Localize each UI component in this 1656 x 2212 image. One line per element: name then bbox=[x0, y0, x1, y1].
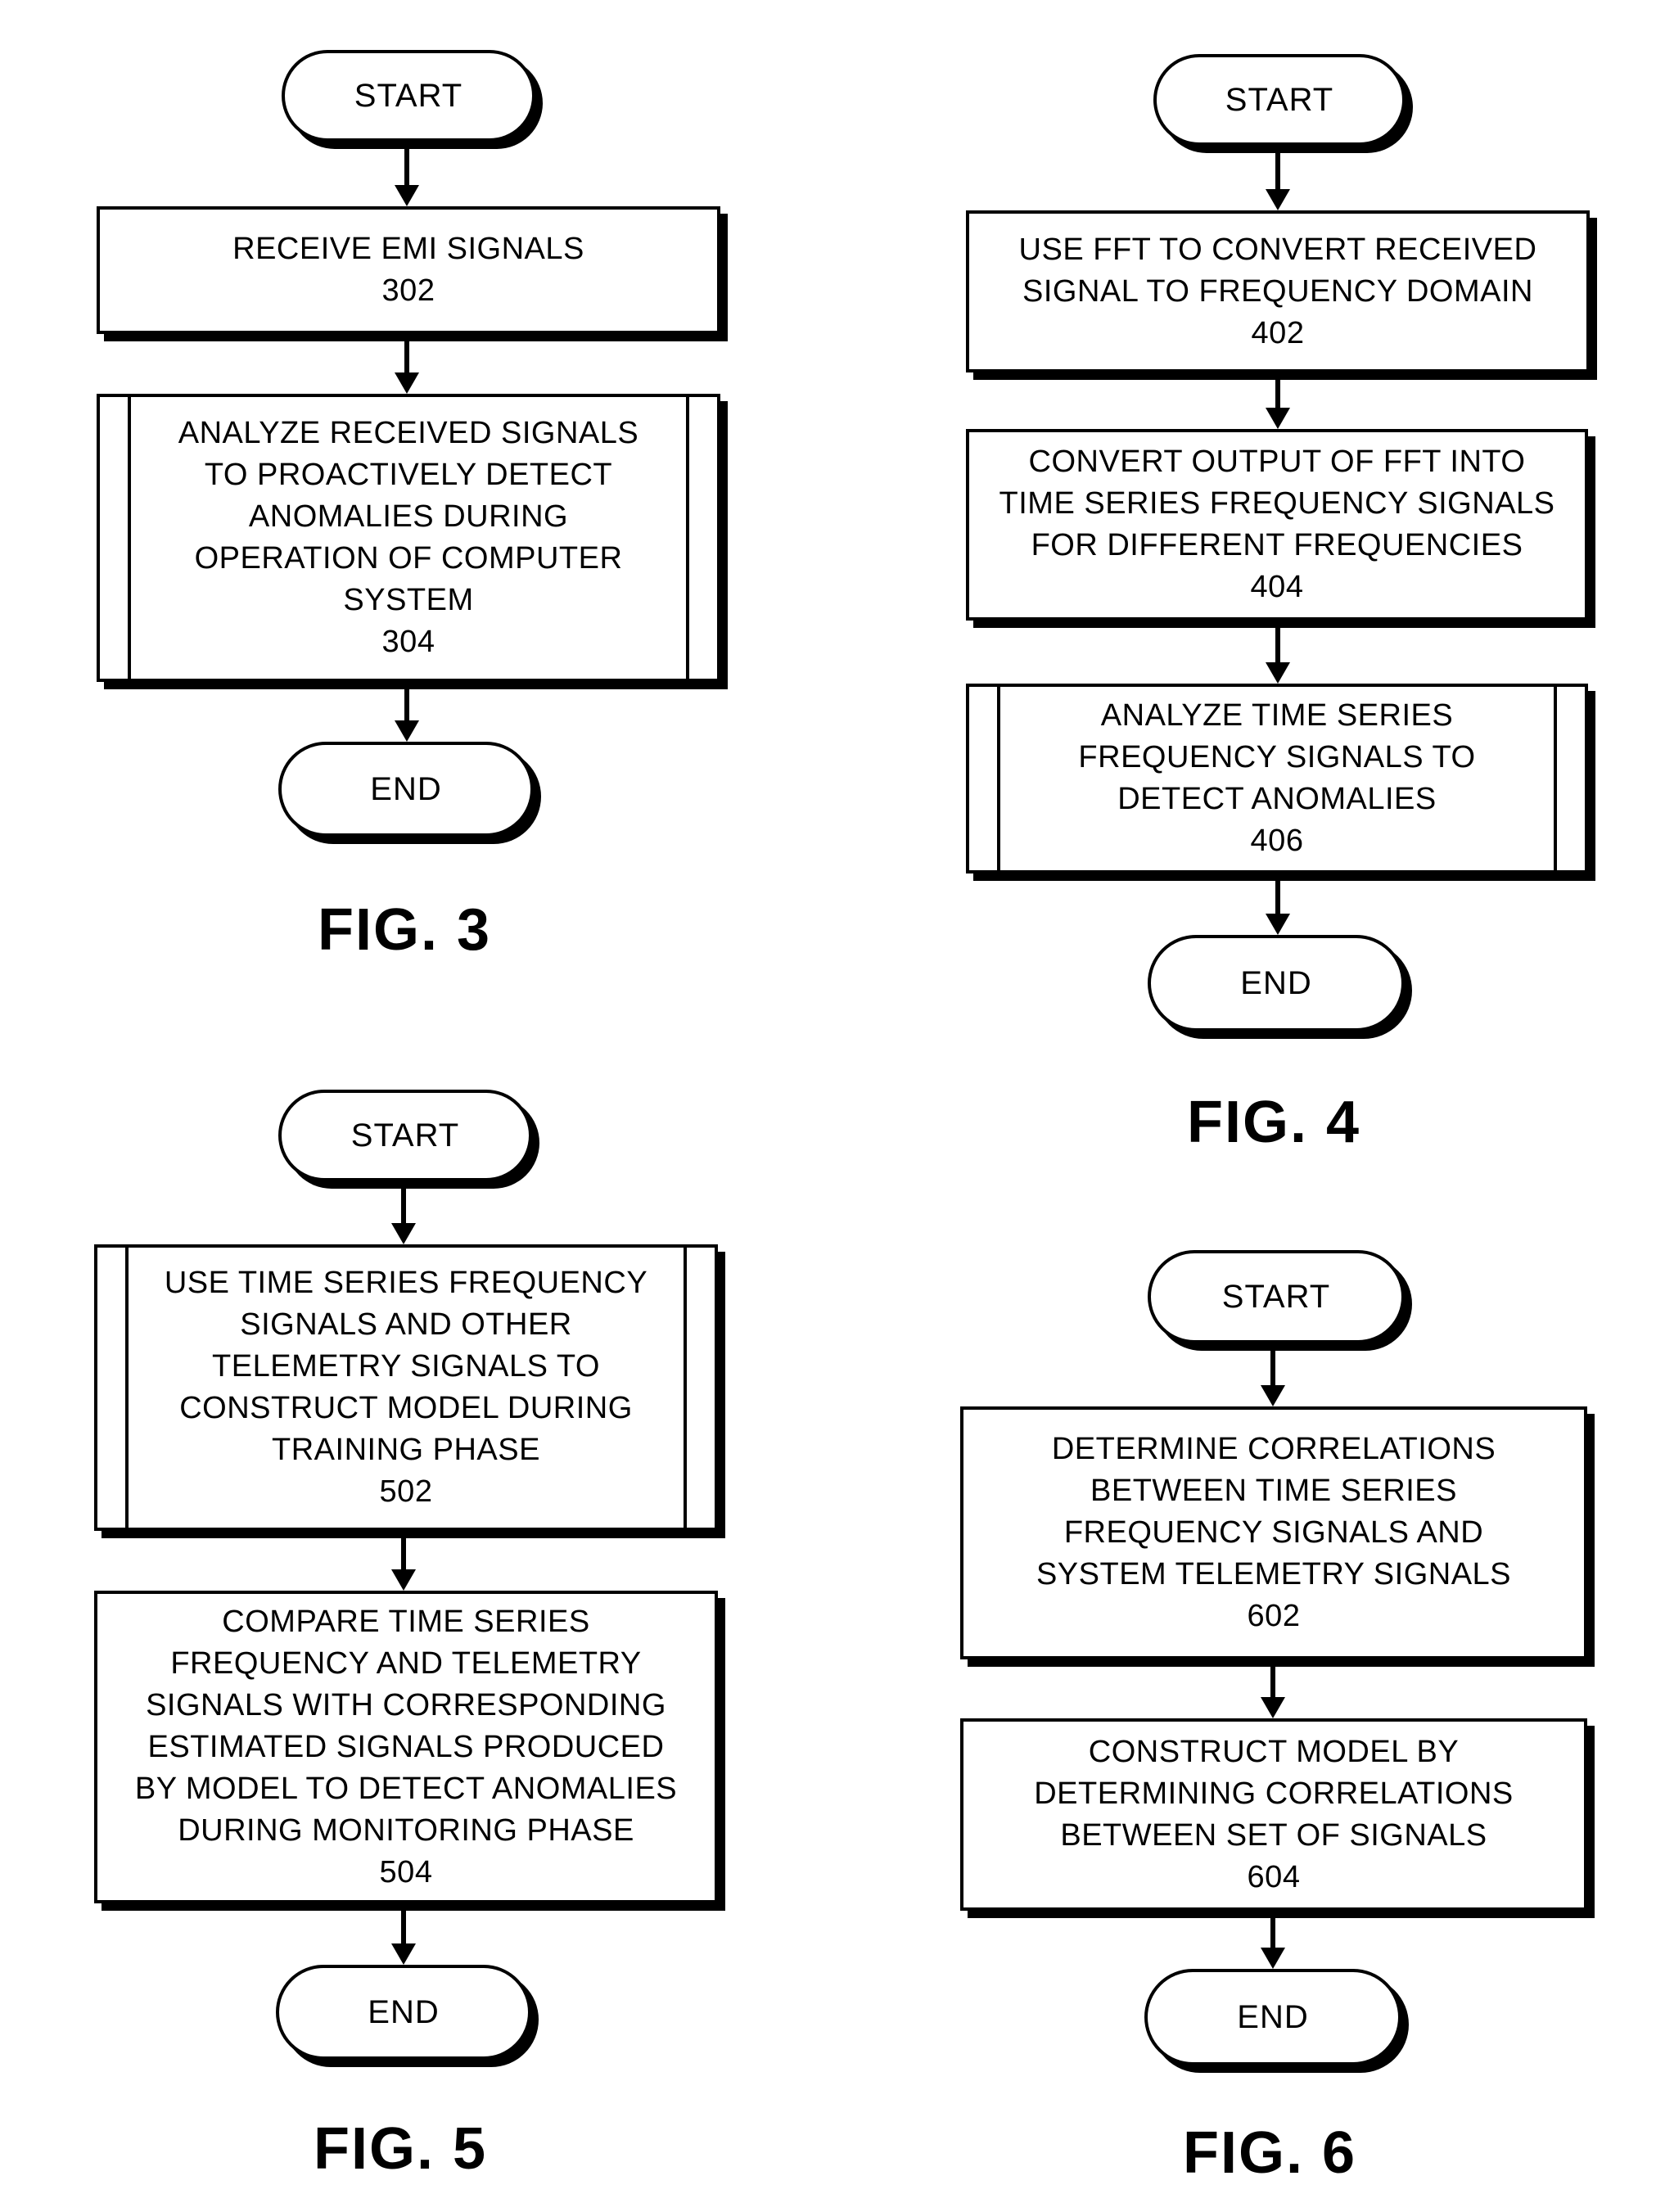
step-text-line: DURING MONITORING PHASE bbox=[178, 1812, 634, 1848]
step-text-line: BETWEEN SET OF SIGNALS bbox=[1060, 1817, 1487, 1853]
end-label: END bbox=[1240, 964, 1312, 1001]
step-ref-number: 304 bbox=[381, 625, 435, 659]
step-ref-number: 402 bbox=[1251, 315, 1305, 350]
fig4-step-402: USE FFT TO CONVERT RECEIVED SIGNAL TO FR… bbox=[966, 210, 1590, 372]
fig4-end-terminal: END bbox=[1148, 935, 1405, 1032]
step-text-line: SYSTEM bbox=[343, 583, 474, 617]
start-label: START bbox=[354, 77, 463, 114]
fig6-end-terminal: END bbox=[1144, 1969, 1401, 2065]
step-text-line: TIME SERIES FREQUENCY SIGNALS bbox=[999, 486, 1555, 521]
fig3-step-304: ANALYZE RECEIVED SIGNALS TO PROACTIVELY … bbox=[97, 394, 720, 682]
fig4-step-404: CONVERT OUTPUT OF FFT INTO TIME SERIES F… bbox=[966, 429, 1588, 621]
fig4-step-406: ANALYZE TIME SERIES FREQUENCY SIGNALS TO… bbox=[966, 684, 1588, 874]
step-text-line: USE TIME SERIES FREQUENCY bbox=[164, 1266, 648, 1300]
step-ref-number: 602 bbox=[1247, 1599, 1301, 1633]
fig6-caption: FIG. 6 bbox=[1182, 2120, 1357, 2186]
fig4-start-terminal: START bbox=[1153, 54, 1406, 146]
step-text-line: SIGNAL TO FREQUENCY DOMAIN bbox=[1022, 273, 1533, 309]
fig5-step-502: USE TIME SERIES FREQUENCY SIGNALS AND OT… bbox=[94, 1244, 718, 1531]
step-text-line: ANALYZE RECEIVED SIGNALS bbox=[178, 416, 639, 450]
step-ref-number: 404 bbox=[1250, 570, 1304, 604]
end-label: END bbox=[1237, 1998, 1309, 2035]
fig4-caption: FIG. 4 bbox=[1186, 1090, 1361, 1155]
fig6-step-604: CONSTRUCT MODEL BY DETERMINING CORRELATI… bbox=[960, 1718, 1587, 1911]
fig3-caption: FIG. 3 bbox=[317, 897, 492, 963]
step-text-line: ESTIMATED SIGNALS PRODUCED bbox=[147, 1729, 665, 1764]
step-text-line: DETERMINE CORRELATIONS bbox=[1051, 1432, 1496, 1466]
fig5-end-terminal: END bbox=[276, 1965, 531, 2060]
start-label: START bbox=[1225, 81, 1334, 118]
fig6-step-602: DETERMINE CORRELATIONS BETWEEN TIME SERI… bbox=[960, 1406, 1587, 1659]
arrowhead-icon bbox=[1266, 662, 1290, 684]
step-text-line: SYSTEM TELEMETRY SIGNALS bbox=[1036, 1557, 1512, 1591]
arrowhead-icon bbox=[1266, 914, 1290, 935]
fig5-caption: FIG. 5 bbox=[313, 2116, 488, 2182]
arrowhead-icon bbox=[1261, 1385, 1285, 1406]
step-text-line: ANOMALIES DURING bbox=[248, 499, 569, 534]
step-text-line: DETERMINING CORRELATIONS bbox=[1034, 1776, 1514, 1811]
step-text-line: RECEIVE EMI SIGNALS bbox=[232, 232, 584, 266]
arrowhead-icon bbox=[391, 1569, 416, 1591]
end-label: END bbox=[368, 1993, 440, 2030]
step-ref-number: 302 bbox=[381, 273, 435, 308]
step-text-line: CONVERT OUTPUT OF FFT INTO bbox=[1028, 445, 1526, 479]
fig5-start-terminal: START bbox=[278, 1090, 532, 1181]
arrowhead-icon bbox=[391, 1223, 416, 1244]
step-text-line: TO PROACTIVELY DETECT bbox=[204, 458, 613, 492]
step-text-line: FOR DIFFERENT FREQUENCIES bbox=[1031, 528, 1523, 562]
step-text-line: SIGNALS WITH CORRESPONDING bbox=[146, 1687, 666, 1722]
step-text-line: CONSTRUCT MODEL BY bbox=[1088, 1734, 1460, 1769]
arrowhead-icon bbox=[395, 185, 419, 206]
arrowhead-icon bbox=[1261, 1948, 1285, 1969]
step-text-line: FREQUENCY AND TELEMETRY bbox=[170, 1645, 642, 1681]
step-text-line: BETWEEN TIME SERIES bbox=[1090, 1474, 1457, 1508]
start-label: START bbox=[1221, 1278, 1331, 1315]
step-text-line: TELEMETRY SIGNALS TO bbox=[212, 1349, 600, 1384]
arrowhead-icon bbox=[391, 1943, 416, 1965]
arrowhead-icon bbox=[1266, 189, 1290, 210]
step-text-line: FREQUENCY SIGNALS TO bbox=[1078, 740, 1476, 774]
step-text-line: SIGNALS AND OTHER bbox=[240, 1307, 572, 1342]
step-ref-number: 604 bbox=[1247, 1859, 1301, 1894]
end-label: END bbox=[370, 770, 442, 807]
arrowhead-icon bbox=[1266, 408, 1290, 429]
fig3-step-302: RECEIVE EMI SIGNALS 302 bbox=[97, 206, 720, 334]
step-text-line: FREQUENCY SIGNALS AND bbox=[1063, 1515, 1484, 1550]
step-ref-number: 504 bbox=[379, 1854, 433, 1889]
arrowhead-icon bbox=[1261, 1697, 1285, 1718]
step-text-line: ANALYZE TIME SERIES bbox=[1100, 698, 1454, 733]
fig6-start-terminal: START bbox=[1148, 1250, 1405, 1343]
fig3-end-terminal: END bbox=[278, 742, 534, 837]
arrowhead-icon bbox=[395, 372, 419, 394]
fig3-start-terminal: START bbox=[282, 50, 535, 142]
step-text-line: DETECT ANOMALIES bbox=[1117, 782, 1437, 816]
step-ref-number: 502 bbox=[379, 1474, 433, 1509]
fig5-step-504: COMPARE TIME SERIES FREQUENCY AND TELEME… bbox=[94, 1591, 718, 1903]
step-text-line: OPERATION OF COMPUTER bbox=[194, 541, 623, 576]
step-text-line: CONSTRUCT MODEL DURING bbox=[179, 1391, 633, 1425]
start-label: START bbox=[350, 1117, 460, 1153]
step-ref-number: 406 bbox=[1250, 824, 1304, 858]
step-text-line: USE FFT TO CONVERT RECEIVED bbox=[1018, 232, 1537, 267]
step-text-line: TRAINING PHASE bbox=[272, 1433, 540, 1467]
step-text-line: COMPARE TIME SERIES bbox=[222, 1604, 590, 1639]
arrowhead-icon bbox=[395, 720, 419, 742]
step-text-line: BY MODEL TO DETECT ANOMALIES bbox=[134, 1771, 678, 1806]
